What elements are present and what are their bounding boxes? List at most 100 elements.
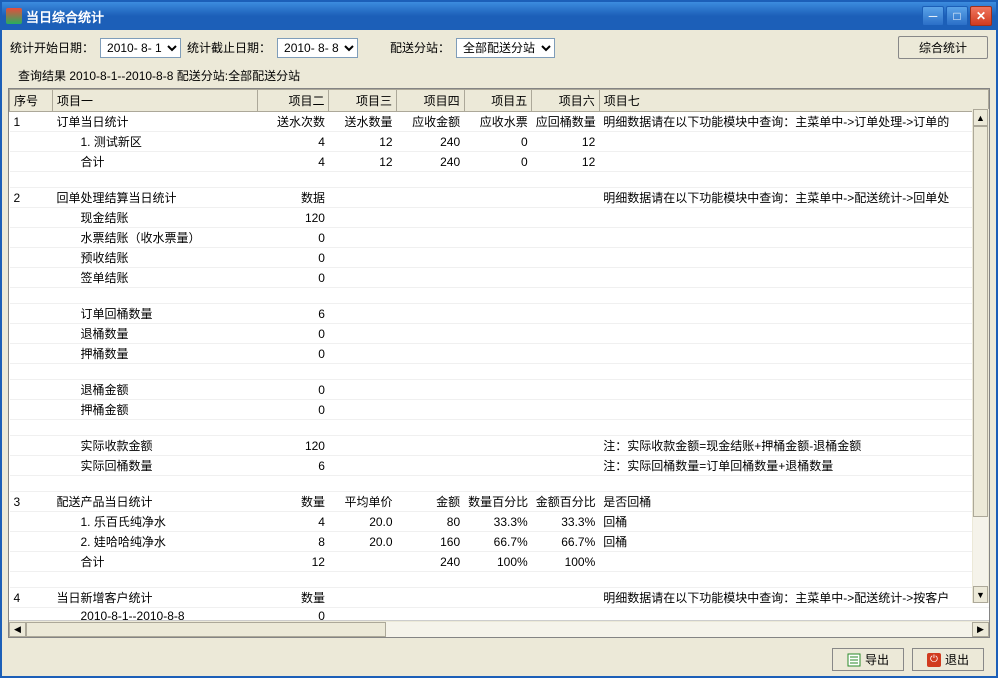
col-item3[interactable]: 项目三 bbox=[329, 90, 397, 112]
table-row[interactable]: 订单回桶数量6 bbox=[10, 304, 989, 324]
cell-item1: 2. 娃哈哈纯净水 bbox=[53, 532, 258, 552]
vscroll-track[interactable] bbox=[973, 126, 988, 586]
table-row[interactable] bbox=[10, 288, 989, 304]
cell-item2: 0 bbox=[257, 380, 329, 400]
table-row[interactable]: 实际回桶数量6注：实际回桶数量=订单回桶数量+退桶数量 bbox=[10, 456, 989, 476]
vscroll-thumb[interactable] bbox=[973, 126, 988, 517]
col-item5[interactable]: 项目五 bbox=[464, 90, 532, 112]
maximize-button[interactable]: □ bbox=[946, 6, 968, 26]
table-row[interactable]: 1. 乐百氏纯净水420.08033.3%33.3%回桶 bbox=[10, 512, 989, 532]
cell-item2: 数量 bbox=[257, 492, 329, 512]
table-row[interactable]: 预收结账0 bbox=[10, 248, 989, 268]
table-row[interactable] bbox=[10, 476, 989, 492]
scroll-up-arrow[interactable]: ▲ bbox=[973, 109, 988, 126]
cell-item4 bbox=[397, 608, 465, 621]
cell-item3 bbox=[329, 436, 397, 456]
col-item4[interactable]: 项目四 bbox=[397, 90, 465, 112]
scroll-left-arrow[interactable]: ◀ bbox=[9, 622, 26, 637]
cell-item5: 0 bbox=[464, 152, 532, 172]
start-date-select[interactable]: 2010- 8- 1 bbox=[100, 38, 181, 58]
col-item1[interactable]: 项目一 bbox=[53, 90, 258, 112]
cell-item7 bbox=[599, 344, 988, 364]
cell-seq bbox=[10, 288, 53, 304]
export-button[interactable]: 导出 bbox=[832, 648, 904, 671]
table-row[interactable]: 2. 娃哈哈纯净水820.016066.7%66.7%回桶 bbox=[10, 532, 989, 552]
cell-item2: 6 bbox=[257, 304, 329, 324]
table-row[interactable]: 现金结账120 bbox=[10, 208, 989, 228]
cell-item7: 回桶 bbox=[599, 532, 988, 552]
col-seq[interactable]: 序号 bbox=[10, 90, 53, 112]
cell-item5 bbox=[464, 476, 532, 492]
table-row[interactable] bbox=[10, 420, 989, 436]
cell-item6 bbox=[532, 572, 600, 588]
cell-item2: 4 bbox=[257, 152, 329, 172]
cell-item7 bbox=[599, 420, 988, 436]
hscroll-thumb[interactable] bbox=[26, 622, 386, 637]
vertical-scrollbar[interactable]: ▲ ▼ bbox=[972, 109, 989, 603]
scroll-right-arrow[interactable]: ▶ bbox=[972, 622, 989, 637]
scroll-down-arrow[interactable]: ▼ bbox=[973, 586, 988, 603]
table-row[interactable]: 签单结账0 bbox=[10, 268, 989, 288]
station-select[interactable]: 全部配送分站 bbox=[456, 38, 555, 58]
cell-item3: 20.0 bbox=[329, 532, 397, 552]
cell-item4 bbox=[397, 456, 465, 476]
table-row[interactable]: 实际收款金额120注：实际收款金额=现金结账+押桶金额-退桶金额 bbox=[10, 436, 989, 456]
cell-item6 bbox=[532, 588, 600, 608]
cell-item4 bbox=[397, 380, 465, 400]
stats-button[interactable]: 综合统计 bbox=[898, 36, 988, 59]
cell-item7 bbox=[599, 172, 988, 188]
cell-seq bbox=[10, 152, 53, 172]
cell-item3 bbox=[329, 228, 397, 248]
cell-seq bbox=[10, 228, 53, 248]
table-row[interactable]: 合计412240012 bbox=[10, 152, 989, 172]
cell-item6 bbox=[532, 344, 600, 364]
horizontal-scrollbar[interactable]: ◀ ▶ bbox=[9, 620, 989, 637]
cell-item2: 0 bbox=[257, 608, 329, 621]
cell-seq bbox=[10, 420, 53, 436]
cell-item2: 4 bbox=[257, 132, 329, 152]
table-row[interactable]: 4当日新增客户统计数量明细数据请在以下功能模块中查询：主菜单中->配送统计->按… bbox=[10, 588, 989, 608]
cell-item4 bbox=[397, 588, 465, 608]
cell-item7 bbox=[599, 304, 988, 324]
cell-seq bbox=[10, 364, 53, 380]
table-row[interactable]: 2010-8-1--2010-8-80 bbox=[10, 608, 989, 621]
table-row[interactable]: 3配送产品当日统计数量平均单价金额数量百分比金额百分比是否回桶 bbox=[10, 492, 989, 512]
table-row[interactable] bbox=[10, 172, 989, 188]
cell-item3: 20.0 bbox=[329, 512, 397, 532]
cell-item7: 注：实际收款金额=现金结账+押桶金额-退桶金额 bbox=[599, 436, 988, 456]
col-item7[interactable]: 项目七 bbox=[599, 90, 988, 112]
exit-button[interactable]: ⏻ 退出 bbox=[912, 648, 984, 671]
cell-item6 bbox=[532, 364, 600, 380]
cell-item5 bbox=[464, 456, 532, 476]
table-row[interactable] bbox=[10, 572, 989, 588]
end-date-select[interactable]: 2010- 8- 8 bbox=[277, 38, 358, 58]
table-row[interactable]: 水票结账（收水票量）0 bbox=[10, 228, 989, 248]
table-row[interactable]: 2回单处理结算当日统计数据明细数据请在以下功能模块中查询：主菜单中->配送统计-… bbox=[10, 188, 989, 208]
cell-seq bbox=[10, 380, 53, 400]
table-row[interactable]: 退桶金额0 bbox=[10, 380, 989, 400]
cell-item5 bbox=[464, 420, 532, 436]
cell-item6 bbox=[532, 456, 600, 476]
hscroll-track[interactable] bbox=[26, 622, 972, 637]
table-row[interactable]: 1. 测试新区412240012 bbox=[10, 132, 989, 152]
table-row[interactable]: 合计12240100%100% bbox=[10, 552, 989, 572]
minimize-button[interactable]: ─ bbox=[922, 6, 944, 26]
cell-seq bbox=[10, 268, 53, 288]
cell-item3 bbox=[329, 268, 397, 288]
cell-item6 bbox=[532, 608, 600, 621]
table-row[interactable] bbox=[10, 364, 989, 380]
cell-item3 bbox=[329, 608, 397, 621]
table-row[interactable]: 1订单当日统计送水次数送水数量应收金额应收水票应回桶数量明细数据请在以下功能模块… bbox=[10, 112, 989, 132]
cell-seq bbox=[10, 132, 53, 152]
cell-item5 bbox=[464, 208, 532, 228]
cell-item1: 回单处理结算当日统计 bbox=[53, 188, 258, 208]
table-row[interactable]: 退桶数量0 bbox=[10, 324, 989, 344]
close-button[interactable]: ✕ bbox=[970, 6, 992, 26]
table-row[interactable]: 押桶数量0 bbox=[10, 344, 989, 364]
cell-item4 bbox=[397, 344, 465, 364]
col-item2[interactable]: 项目二 bbox=[257, 90, 329, 112]
cell-item4 bbox=[397, 248, 465, 268]
col-item6[interactable]: 项目六 bbox=[532, 90, 600, 112]
table-row[interactable]: 押桶金额0 bbox=[10, 400, 989, 420]
cell-item7 bbox=[599, 476, 988, 492]
